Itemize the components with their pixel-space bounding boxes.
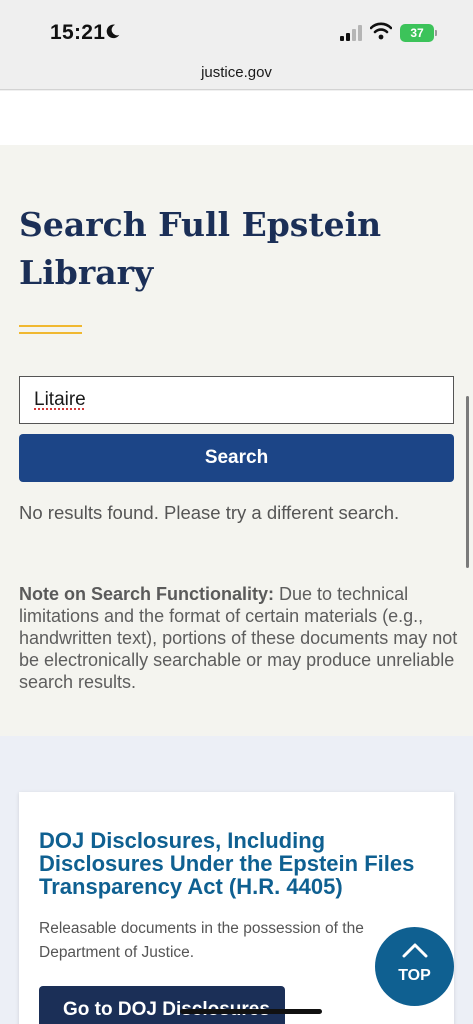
wifi-icon [370, 22, 392, 40]
search-button[interactable]: Search [19, 434, 454, 482]
search-section: Search Full Epstein Library Litaire Sear… [0, 145, 473, 736]
moon-icon [104, 23, 121, 40]
battery-icon: 37 [400, 24, 434, 42]
url-bar[interactable]: justice.gov [0, 60, 473, 90]
search-button-label: Search [205, 447, 268, 469]
no-results-message: No results found. Please try a different… [19, 502, 399, 524]
cellular-signal-icon [340, 25, 364, 41]
back-to-top-label: TOP [375, 967, 454, 985]
chevron-up-icon [402, 942, 428, 958]
battery-level: 37 [410, 26, 423, 40]
header-strip [0, 91, 473, 145]
note-heading: Note on Search Functionality: [19, 584, 274, 604]
url-text[interactable]: justice.gov [0, 64, 473, 81]
search-note: Note on Search Functionality: Due to tec… [19, 583, 459, 693]
go-to-disclosures-button[interactable]: Go to DOJ Disclosures [39, 986, 285, 1024]
page-scrollbar[interactable] [466, 396, 469, 568]
home-indicator [180, 1009, 322, 1014]
accent-divider [19, 332, 82, 334]
page-title: Search Full Epstein Library [19, 201, 449, 297]
search-query[interactable]: Litaire [34, 389, 86, 411]
accent-divider [19, 325, 82, 327]
status-bar: 15:21 37 [0, 0, 473, 60]
card-title[interactable]: DOJ Disclosures, Including Disclosures U… [39, 829, 444, 898]
back-to-top-button[interactable]: TOP [375, 927, 454, 1006]
card-description: Releasable documents in the possession o… [39, 917, 429, 965]
status-time: 15:21 [50, 21, 105, 45]
